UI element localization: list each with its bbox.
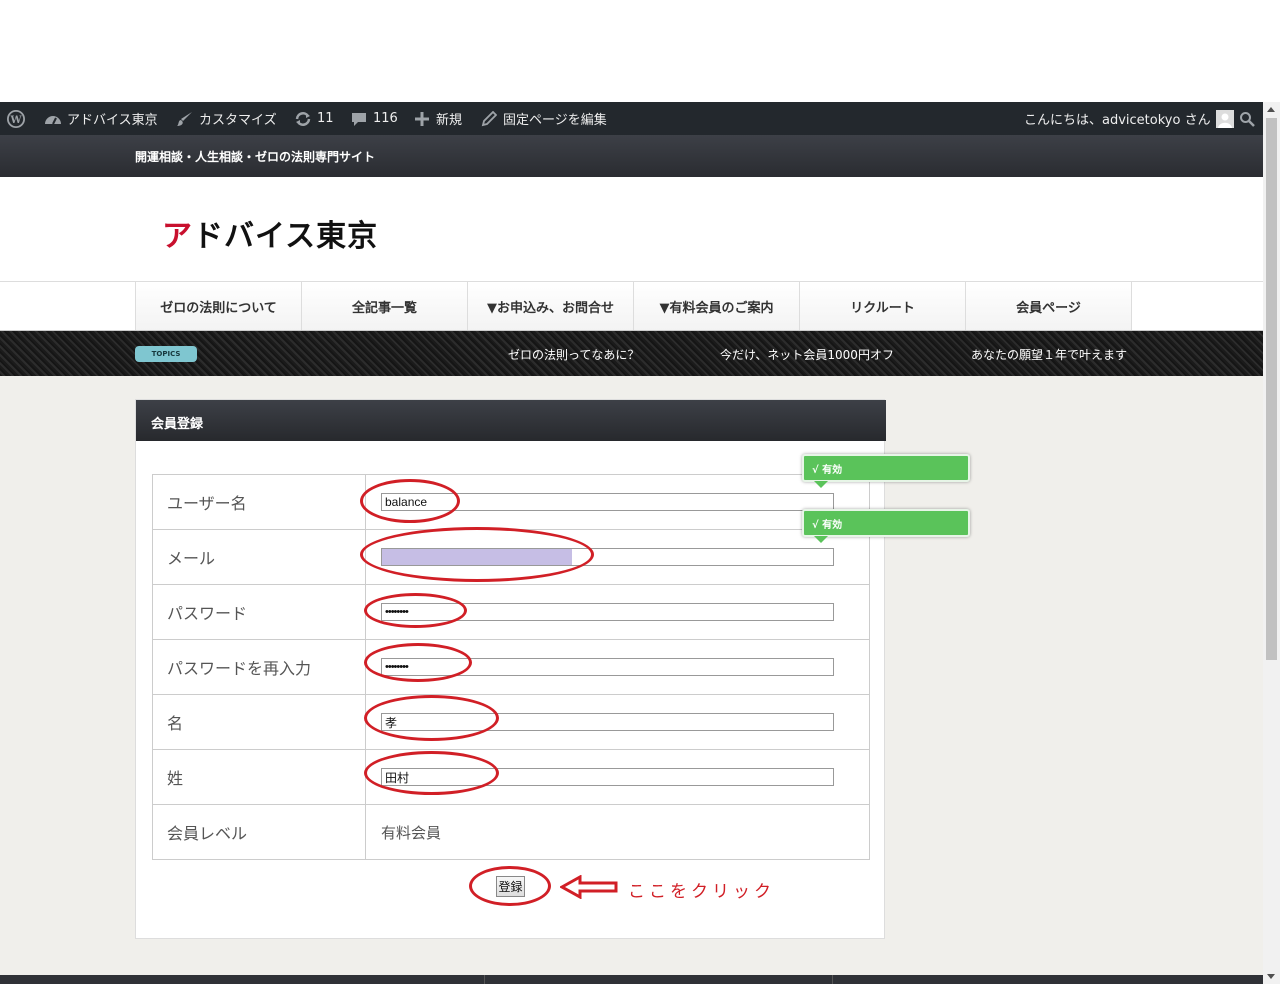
admin-edit-page-label: 固定ページを編集 (503, 113, 607, 128)
admin-updates-count: 11 (317, 111, 334, 126)
register-button[interactable]: 登録 (496, 876, 525, 897)
email-field[interactable] (381, 548, 834, 566)
last-name-label: 姓 (152, 749, 366, 805)
topics-badge: TOPICS (135, 346, 197, 362)
admin-new-label: 新規 (436, 113, 463, 128)
plus-icon (413, 110, 431, 128)
page: W アドバイス東京 カスタマイズ 11 116 新規 固定ページを編集 こんにち… (0, 102, 1263, 984)
password-field[interactable]: •••••••• (381, 603, 834, 621)
email-label: メール (152, 529, 366, 585)
admin-updates[interactable]: 11 (294, 102, 334, 135)
page-scrollbar[interactable] (1263, 102, 1280, 984)
admin-site-name-label: アドバイス東京 (67, 113, 158, 128)
nav-item-member-page[interactable]: 会員ページ (966, 282, 1132, 330)
scroll-down-icon[interactable] (1267, 974, 1275, 979)
site-footer (0, 975, 1263, 984)
site-logo[interactable]: アドバイス東京 (162, 211, 378, 255)
arrow-left-icon (560, 875, 618, 899)
logo-first-char: ア (162, 219, 193, 254)
topic-link[interactable]: 今だけ、ネット会員1000円オフ (720, 346, 894, 363)
admin-customize-label: カスタマイズ (199, 113, 277, 128)
membership-level-label: 会員レベル (152, 804, 366, 860)
admin-site-name[interactable]: アドバイス東京 (44, 102, 158, 135)
username-valid-tooltip: √ 有効 (802, 454, 970, 488)
nav-item-recruit[interactable]: リクルート (800, 282, 966, 330)
svg-text:W: W (9, 115, 22, 126)
topic-link[interactable]: あなたの願望１年で叶えます (971, 346, 1127, 363)
form-row-password-confirm: パスワードを再入力 •••••••• (152, 639, 870, 695)
nav-item-contact[interactable]: ▼お申込み、お問合せ (468, 282, 634, 330)
admin-account[interactable]: こんにちは、advicetokyo さん (1024, 102, 1234, 135)
nav-item-all-articles[interactable]: 全記事一覧 (302, 282, 468, 330)
main-nav: ゼロの法則について 全記事一覧 ▼お申込み、お問合せ ▼有料会員のご案内 リクル… (0, 282, 1263, 331)
admin-comments[interactable]: 116 (350, 102, 398, 135)
site-header: アドバイス東京 (0, 177, 1263, 282)
wordpress-logo-button[interactable]: W (7, 102, 25, 135)
username-label: ユーザー名 (152, 474, 366, 530)
avatar (1215, 109, 1234, 128)
dashboard-icon (44, 110, 62, 128)
wordpress-icon: W (7, 109, 25, 128)
search-icon (1238, 110, 1256, 128)
email-valid-tooltip: √ 有効 (802, 509, 970, 543)
first-name-label: 名 (152, 694, 366, 750)
refresh-icon (294, 110, 312, 128)
nav-item-paid-membership[interactable]: ▼有料会員のご案内 (634, 282, 800, 330)
password-confirm-field[interactable]: •••••••• (381, 658, 834, 676)
registration-form: ユーザー名 balance メール パスワード •••••••• パスワードを再… (152, 474, 870, 860)
topics-bar: TOPICS ゼロの法則ってなあに？ 今だけ、ネット会員1000円オフ あなたの… (0, 331, 1263, 376)
site-tagline-bar: 開運相談・人生相談・ゼロの法則専門サイト (0, 135, 1263, 177)
nav-item-zero-law[interactable]: ゼロの法則について (136, 282, 302, 330)
admin-new[interactable]: 新規 (413, 102, 462, 135)
site-tagline: 開運相談・人生相談・ゼロの法則専門サイト (135, 150, 376, 164)
first-name-field[interactable]: 孝 (381, 713, 834, 731)
form-row-membership-level: 会員レベル 有料会員 (152, 804, 870, 860)
last-name-field[interactable]: 田村 (381, 768, 834, 786)
admin-customize[interactable]: カスタマイズ (176, 102, 277, 135)
username-field[interactable]: balance (381, 493, 834, 511)
membership-level-value: 有料会員 (381, 823, 442, 842)
form-row-email: メール (152, 529, 870, 585)
form-row-first-name: 名 孝 (152, 694, 870, 750)
password-label: パスワード (152, 584, 366, 640)
password-confirm-label: パスワードを再入力 (152, 639, 366, 695)
admin-bar: W アドバイス東京 カスタマイズ 11 116 新規 固定ページを編集 こんにち… (0, 102, 1263, 135)
click-here-note: ここをクリック (628, 882, 775, 902)
scroll-up-icon[interactable] (1267, 107, 1275, 112)
admin-comments-count: 116 (373, 111, 398, 126)
form-row-username: ユーザー名 balance (152, 474, 870, 530)
comment-icon (350, 110, 368, 128)
admin-search-button[interactable] (1238, 102, 1256, 135)
form-row-last-name: 姓 田村 (152, 749, 870, 805)
admin-edit-page[interactable]: 固定ページを編集 (480, 102, 607, 135)
redacted-email (382, 549, 572, 565)
logo-rest: ドバイス東京 (193, 219, 379, 254)
brush-icon (176, 110, 194, 128)
scroll-thumb[interactable] (1266, 118, 1277, 660)
topic-link[interactable]: ゼロの法則ってなあに？ (508, 346, 639, 363)
registration-panel: 会員登録 ユーザー名 balance メール パスワード •••••••• パス… (135, 399, 886, 939)
form-row-password: パスワード •••••••• (152, 584, 870, 640)
pencil-icon (480, 110, 498, 128)
panel-title: 会員登録 (136, 400, 886, 441)
admin-greeting: こんにちは、advicetokyo さん (1024, 113, 1211, 128)
